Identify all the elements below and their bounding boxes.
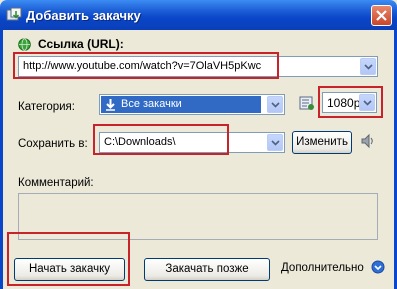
chevron-down-icon [271, 102, 280, 108]
category-dropdown-button[interactable] [267, 96, 283, 113]
url-label: Ссылка (URL): [38, 37, 124, 51]
start-highlight-box [7, 232, 130, 286]
chevron-down-icon [271, 140, 280, 146]
download-later-button[interactable]: Закачать позже [144, 258, 270, 281]
chevron-down-icon [364, 64, 373, 70]
window-title: Добавить закачку [26, 8, 141, 23]
speaker-icon[interactable] [360, 133, 376, 149]
category-label: Категория: [18, 101, 75, 113]
url-highlight-box [13, 52, 279, 79]
save-label: Сохранить в: [18, 138, 88, 150]
download-app-icon [6, 7, 22, 21]
resolution-highlight-box [318, 86, 383, 118]
save-path-dropdown-button[interactable] [267, 134, 283, 151]
category-manage-icon[interactable] [299, 95, 315, 111]
category-value: Все закачки [121, 98, 182, 110]
close-button[interactable] [371, 5, 392, 26]
category-selection: Все закачки [101, 96, 261, 113]
close-icon [376, 10, 387, 21]
category-select[interactable]: Все закачки [99, 94, 285, 115]
more-options-link[interactable]: Дополнительно [281, 262, 364, 274]
comment-label: Комментарий: [18, 177, 94, 189]
expand-icon[interactable] [371, 260, 385, 274]
title-bar[interactable]: Добавить закачку [0, 0, 397, 30]
download-arrow-icon [106, 99, 115, 111]
save-path-highlight-box [93, 124, 229, 155]
url-dropdown-button[interactable] [360, 58, 376, 75]
globe-icon [18, 38, 31, 51]
change-folder-button[interactable]: Изменить [292, 131, 352, 154]
